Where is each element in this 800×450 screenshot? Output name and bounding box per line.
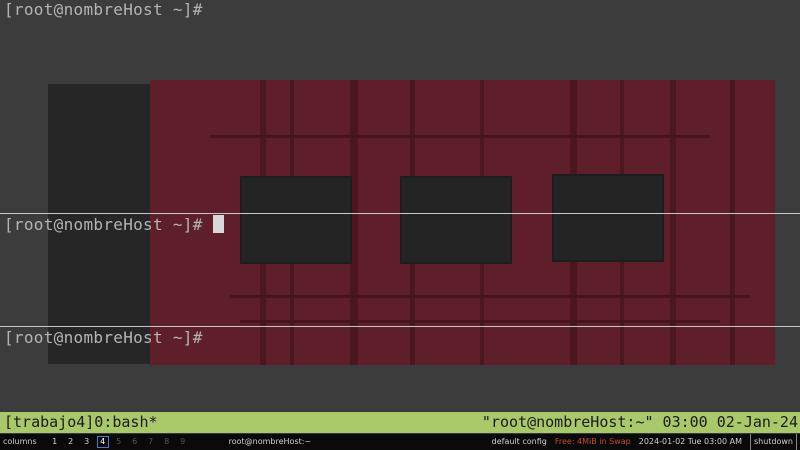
text-cursor bbox=[212, 215, 224, 233]
shell-prompt: [root@nombreHost ~]# bbox=[4, 0, 203, 19]
workspace-list: 123456789 bbox=[49, 434, 193, 450]
shell-prompt: [root@nombreHost ~]# bbox=[4, 215, 203, 234]
config-label: default config bbox=[491, 437, 547, 446]
wm-right-section: default config Free: 4MiB in Swap 2024-0… bbox=[484, 434, 797, 450]
terminal-pane-3[interactable]: [root@nombreHost ~]# bbox=[0, 328, 800, 410]
tmux-status-bar: [trabajo4]0:bash* "root@nombreHost:~" 03… bbox=[0, 412, 800, 433]
shell-prompt-line: [root@nombreHost ~]# bbox=[4, 215, 224, 235]
wm-left-section: columns 123456789 root@nombreHost:~ bbox=[3, 434, 311, 450]
tmux-status-right: "root@nombreHost:~" 03:00 02-Jan-24 bbox=[481, 413, 798, 431]
pane-divider[interactable] bbox=[0, 326, 800, 327]
workspace-button[interactable]: 6 bbox=[129, 434, 141, 450]
focused-window-title: root@nombreHost:~ bbox=[228, 437, 312, 446]
memory-status: Free: 4MiB in Swap bbox=[554, 437, 631, 446]
workspace-button[interactable]: 5 bbox=[113, 434, 125, 450]
workspace-button[interactable]: 9 bbox=[177, 434, 189, 450]
workspace-button[interactable]: 8 bbox=[161, 434, 173, 450]
workspace-button[interactable]: 3 bbox=[81, 434, 93, 450]
shutdown-button[interactable]: shutdown bbox=[749, 434, 797, 450]
clock: 2024-01-02 Tue 03:00 AM bbox=[638, 437, 742, 446]
workspace-button[interactable]: 7 bbox=[145, 434, 157, 450]
workspace-button[interactable]: 1 bbox=[49, 434, 61, 450]
workspace-button[interactable]: 4 bbox=[96, 436, 109, 448]
workspace-button[interactable]: 2 bbox=[65, 434, 77, 450]
layout-indicator[interactable]: columns bbox=[3, 434, 37, 450]
tmux-session-window[interactable]: [trabajo4]0:bash* bbox=[4, 412, 158, 433]
terminal-pane-1[interactable]: [root@nombreHost ~]# bbox=[0, 0, 800, 213]
shell-prompt: [root@nombreHost ~]# bbox=[4, 328, 203, 347]
pane-divider[interactable] bbox=[0, 213, 800, 214]
wm-status-bar: columns 123456789 root@nombreHost:~ defa… bbox=[0, 434, 800, 450]
terminal-pane-2[interactable]: [root@nombreHost ~]# bbox=[0, 215, 800, 325]
